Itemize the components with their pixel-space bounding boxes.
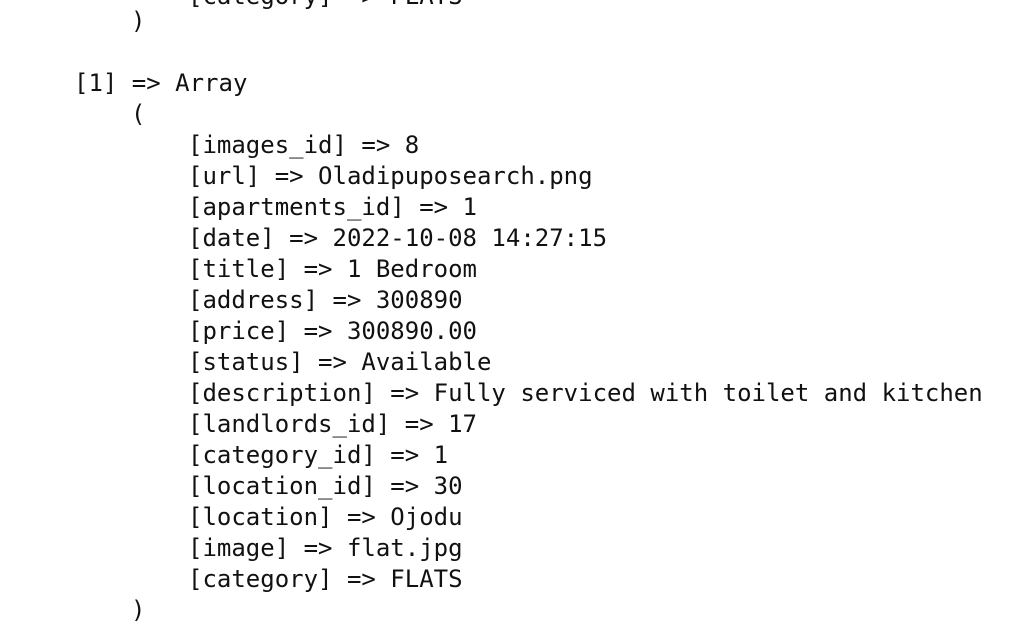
- field-line-images-id: [images_id] => 8: [188, 131, 420, 159]
- array-close-paren: ): [131, 596, 146, 624]
- field-line-apartments-id: [apartments_id] => 1: [188, 193, 477, 221]
- field-line-status: [status] => Available: [188, 348, 492, 376]
- field-line-title: [title] => 1 Bedroom: [188, 255, 477, 283]
- array-index-line: [1] => Array: [74, 69, 248, 97]
- field-line-category-id: [category_id] => 1: [188, 441, 449, 469]
- field-line-price: [price] => 300890.00: [188, 317, 477, 345]
- field-line-location: [location] => Ojodu: [188, 503, 463, 531]
- field-line-date: [date] => 2022-10-08 14:27:15: [188, 224, 608, 252]
- array-close-paren: ): [131, 7, 146, 35]
- field-line-category: [category] => FLATS: [188, 565, 463, 593]
- field-line-image: [image] => flat.jpg: [188, 534, 463, 562]
- clipped-field-line: [category] => FLATS: [188, 0, 463, 12]
- array-open-paren: (: [131, 100, 146, 128]
- field-line-address: [address] => 300890: [188, 286, 463, 314]
- field-line-location-id: [location_id] => 30: [188, 472, 463, 500]
- field-line-description: [description] => Fully serviced with toi…: [188, 379, 983, 407]
- field-line-landlords-id: [landlords_id] => 17: [188, 410, 477, 438]
- field-line-url: [url] => Oladipuposearch.png: [188, 162, 593, 190]
- print-r-output: [category] => FLATS ) [1] => Array ( [im…: [0, 0, 1032, 635]
